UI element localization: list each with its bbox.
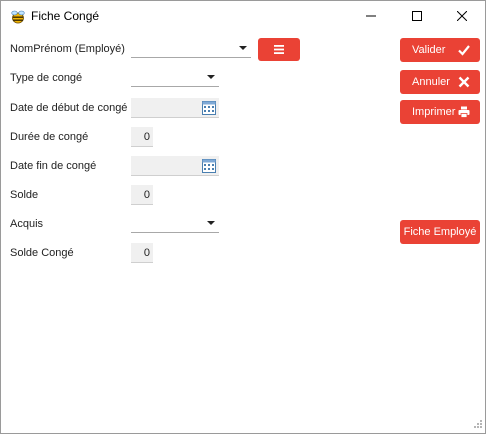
check-icon xyxy=(458,45,470,56)
title-bar[interactable]: Fiche Congé xyxy=(1,1,485,31)
balance-label: Solde xyxy=(10,189,39,201)
close-icon xyxy=(457,11,467,21)
close-button[interactable] xyxy=(439,1,485,31)
duration-label: Durée de congé xyxy=(10,131,89,143)
acquis-select[interactable] xyxy=(131,213,219,233)
minimize-button[interactable] xyxy=(348,1,394,31)
maximize-icon xyxy=(412,11,422,21)
resize-grip-icon[interactable] xyxy=(471,419,483,431)
leave-type-label: Type de congé xyxy=(10,72,83,84)
calendar-icon[interactable] xyxy=(202,100,216,115)
acquis-label: Acquis xyxy=(10,218,44,230)
fiche-conge-window: Fiche Congé NomPrénom (Employé) Type de … xyxy=(0,0,486,434)
chevron-down-icon xyxy=(207,221,215,225)
end-date-field[interactable] xyxy=(131,156,219,176)
print-label: Imprimer xyxy=(412,106,456,118)
start-date-label: Date de début de congé xyxy=(10,102,128,114)
list-icon xyxy=(274,45,284,54)
minimize-icon xyxy=(366,15,376,17)
cancel-label: Annuler xyxy=(412,76,450,88)
employee-list-button[interactable] xyxy=(258,38,300,61)
print-button[interactable]: Imprimer xyxy=(400,100,480,124)
employee-select[interactable] xyxy=(131,38,251,58)
chevron-down-icon xyxy=(239,46,247,50)
duration-field[interactable]: 0 xyxy=(131,127,153,147)
cancel-button[interactable]: Annuler xyxy=(400,70,480,94)
validate-button[interactable]: Valider xyxy=(400,38,480,62)
maximize-button[interactable] xyxy=(394,1,440,31)
employee-sheet-button[interactable]: Fiche Employé xyxy=(400,220,480,244)
x-icon xyxy=(458,76,470,88)
window-title: Fiche Congé xyxy=(31,9,100,23)
employee-label: NomPrénom (Employé) xyxy=(10,43,125,55)
calendar-icon[interactable] xyxy=(202,158,216,173)
leave-type-select[interactable] xyxy=(131,67,219,87)
leave-balance-field[interactable]: 0 xyxy=(131,243,153,263)
chevron-down-icon xyxy=(207,75,215,79)
end-date-label: Date fin de congé xyxy=(10,160,97,172)
start-date-field[interactable] xyxy=(131,98,219,118)
bee-app-icon xyxy=(10,9,26,25)
leave-balance-label: Solde Congé xyxy=(10,247,74,259)
printer-icon xyxy=(458,106,470,118)
balance-field[interactable]: 0 xyxy=(131,185,153,205)
validate-label: Valider xyxy=(412,44,446,56)
